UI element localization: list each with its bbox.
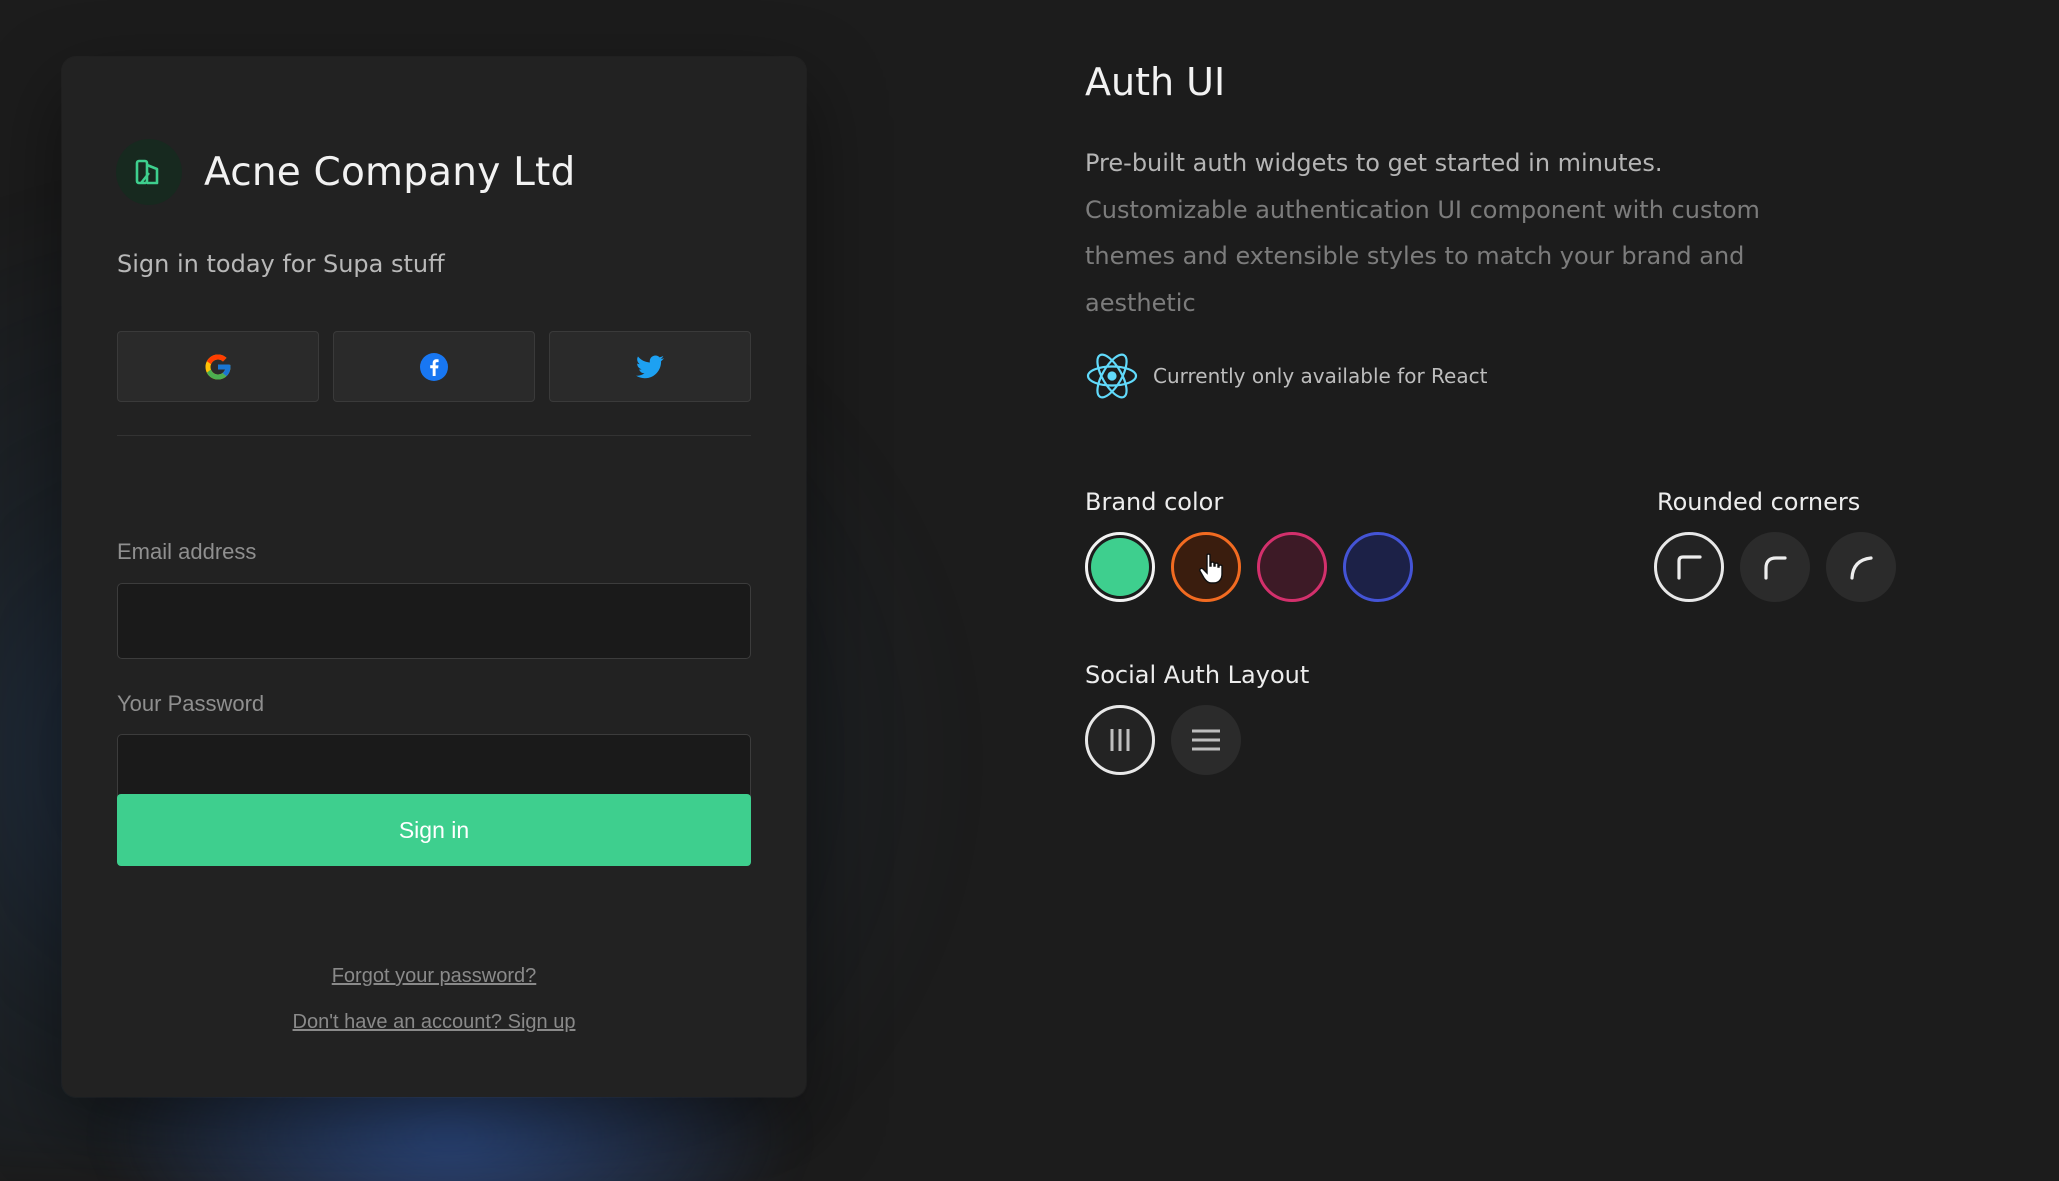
- description-intro: Pre-built auth widgets to get started in…: [1085, 149, 1663, 177]
- page: Acne Company Ltd Sign in today for Supa …: [0, 0, 2059, 1181]
- corner-medium-icon: [1764, 556, 1787, 580]
- corner-large-option[interactable]: [1826, 532, 1896, 602]
- brand-color-swatches: [1085, 532, 1413, 602]
- react-availability: Currently only available for React: [1085, 350, 1487, 402]
- brand-color-blue[interactable]: [1343, 532, 1413, 602]
- card-subtitle: Sign in today for Supa stuff: [117, 250, 445, 278]
- google-signin-button[interactable]: [117, 331, 319, 402]
- react-icon: [1086, 353, 1138, 399]
- columns-icon: [1110, 729, 1130, 751]
- login-card: Acne Company Ltd Sign in today for Supa …: [62, 57, 806, 1097]
- forgot-password-link[interactable]: Forgot your password?: [117, 965, 751, 988]
- layout-vertical-option[interactable]: [1171, 705, 1241, 775]
- brand-color-pink[interactable]: [1257, 532, 1327, 602]
- brand-color-label: Brand color: [1085, 488, 1224, 516]
- rounded-corners-label: Rounded corners: [1657, 488, 1861, 516]
- google-icon: [205, 354, 231, 379]
- social-layout-label: Social Auth Layout: [1085, 661, 1310, 689]
- facebook-signin-button[interactable]: [333, 331, 535, 402]
- brand-color-green[interactable]: [1085, 532, 1155, 602]
- social-layout-options: [1085, 705, 1241, 775]
- sign-in-button[interactable]: Sign in: [117, 794, 751, 866]
- description: Pre-built auth widgets to get started in…: [1085, 140, 1825, 326]
- corner-small-option[interactable]: [1654, 532, 1724, 602]
- twitter-icon: [636, 354, 664, 378]
- divider: [117, 435, 751, 436]
- corner-medium-option[interactable]: [1740, 532, 1810, 602]
- react-note: Currently only available for React: [1153, 364, 1488, 388]
- facebook-icon: [420, 352, 448, 381]
- brand-header: Acne Company Ltd: [116, 139, 575, 205]
- page-title: Auth UI: [1085, 60, 1226, 104]
- corner-small-icon: [1677, 555, 1702, 580]
- menu-lines-icon: [1192, 729, 1220, 751]
- company-name: Acne Company Ltd: [204, 149, 576, 195]
- social-buttons: [117, 331, 751, 402]
- company-logo-icon: [116, 139, 182, 205]
- twitter-signin-button[interactable]: [549, 331, 751, 402]
- email-label: Email address: [117, 539, 257, 564]
- rounded-corners-options: [1654, 532, 1896, 602]
- password-label: Your Password: [117, 691, 265, 716]
- sign-up-link[interactable]: Don't have an account? Sign up: [117, 1011, 751, 1034]
- corner-large-icon: [1850, 556, 1873, 580]
- description-details: Customizable authentication UI component…: [1085, 195, 1760, 317]
- layout-horizontal-option[interactable]: [1085, 705, 1155, 775]
- hand-cursor-icon: [1199, 553, 1223, 584]
- email-field[interactable]: [117, 583, 751, 659]
